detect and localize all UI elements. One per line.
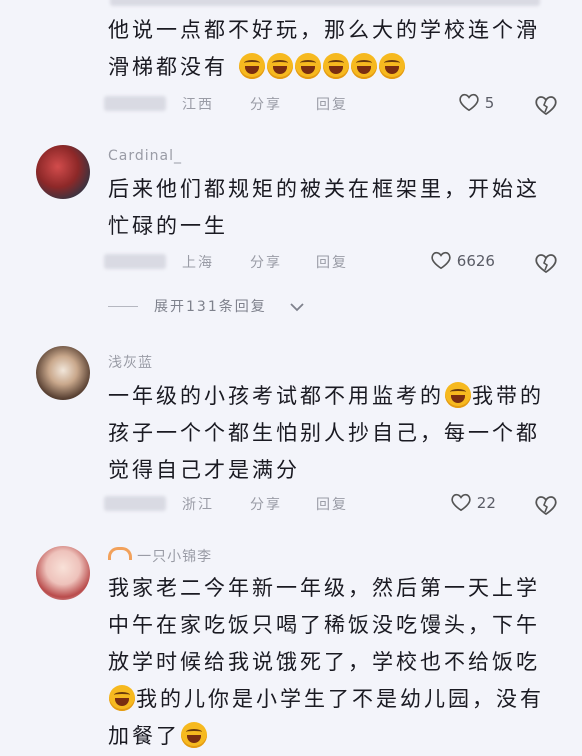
avatar[interactable] <box>36 546 90 600</box>
reply-button[interactable]: 回复 <box>316 252 348 272</box>
comment-line: 加餐了 <box>108 718 570 755</box>
comment-line: 后来他们都规矩的被关在框架里，开始这 <box>108 177 540 201</box>
location: 浙江 <box>182 497 214 513</box>
comment-1: 他说一点都不好玩，那么大的学校连个滑 滑梯都没有 江西 分享 回复 5 <box>0 0 582 120</box>
emoji-laugh-icon <box>238 53 265 79</box>
comment-line: 一年级的小孩考试都不用监考的 我带的 <box>108 382 544 408</box>
chevron-down-icon <box>290 303 304 312</box>
blurred-time <box>104 96 166 111</box>
emoji-laugh-icon <box>350 53 377 79</box>
comment-4: 一只小锦李 我家老二今年新一年级，然后第一天上学 中午在家吃饭只喝了稀饭没吃馒头… <box>0 536 582 756</box>
username[interactable]: 一只小锦李 <box>137 549 212 565</box>
reply-button[interactable]: 回复 <box>316 494 348 514</box>
heart-icon <box>459 93 479 112</box>
comment-text: 后来他们都规矩的被关在框架里，开始这 忙碌的一生 <box>108 171 568 245</box>
like-count: 6626 <box>456 252 495 270</box>
share-button[interactable]: 分享 <box>250 94 282 114</box>
emoji-laugh-icon <box>266 53 293 79</box>
blurred-time <box>104 254 166 269</box>
comment-text: 他说一点都不好玩，那么大的学校连个滑 滑梯都没有 <box>108 12 568 86</box>
expand-replies-label[interactable]: 展开131条回复 <box>154 296 267 316</box>
like-button[interactable]: 6626 <box>430 250 495 270</box>
like-button[interactable]: 22 <box>450 492 496 512</box>
comment-3: 浅灰蓝 一年级的小孩考试都不用监考的 我带的 孩子一个个都生怕别人抄自己，每一个都… <box>0 340 582 520</box>
cropped-line <box>110 0 540 6</box>
emoji-laugh-icon <box>322 53 349 79</box>
comment-2: Cardinal_ 后来他们都规矩的被关在框架里，开始这 忙碌的一生 上海 分享… <box>0 138 582 278</box>
comment-line: 放学时候给我说饿死了，学校也不给饭吃 <box>108 650 540 674</box>
share-button[interactable]: 分享 <box>250 252 282 272</box>
comment-line: 孩子一个个都生怕别人抄自己，每一个都 <box>108 421 540 445</box>
blurred-time <box>104 496 166 511</box>
rainbow-icon <box>108 547 132 560</box>
avatar[interactable] <box>36 346 90 400</box>
comment-line: 中午在家吃饭只喝了稀饭没吃馒头，下午 <box>108 613 540 637</box>
emoji-laugh-icon <box>294 53 321 79</box>
like-count: 22 <box>476 494 496 512</box>
divider <box>108 306 138 307</box>
reply-button[interactable]: 回复 <box>316 94 348 114</box>
comment-line: 我家老二今年新一年级，然后第一天上学 <box>108 576 540 600</box>
dislike-heart-icon[interactable] <box>534 94 558 116</box>
like-button[interactable]: 5 <box>458 92 494 112</box>
like-count: 5 <box>484 94 495 112</box>
dislike-heart-icon[interactable] <box>534 494 558 516</box>
emoji-cry-laugh-icon <box>181 722 207 748</box>
location: 上海 <box>182 255 214 271</box>
avatar[interactable] <box>36 145 90 199</box>
username-row[interactable]: 一只小锦李 <box>108 546 212 566</box>
heart-icon <box>451 493 471 512</box>
username[interactable]: Cardinal_ <box>108 148 182 164</box>
emoji-cry-laugh-icon <box>445 382 471 408</box>
emoji-laugh-icon <box>378 53 405 79</box>
comment-text: 我家老二今年新一年级，然后第一天上学 中午在家吃饭只喝了稀饭没吃馒头，下午 放学… <box>108 570 570 755</box>
comment-line: 滑梯都没有 <box>108 49 568 86</box>
emoji-cry-laugh-icon <box>109 685 135 711</box>
comment-text: 一年级的小孩考试都不用监考的 我带的 孩子一个个都生怕别人抄自己，每一个都 觉得自… <box>108 378 570 489</box>
share-button[interactable]: 分享 <box>250 494 282 514</box>
heart-icon <box>431 251 451 270</box>
dislike-heart-icon[interactable] <box>534 252 558 274</box>
comment-line: 他说一点都不好玩，那么大的学校连个滑 <box>108 18 540 42</box>
comment-line: 觉得自己才是满分 <box>108 458 300 482</box>
comment-line: 我的儿你是小学生了不是幼儿园，没有 <box>108 681 570 718</box>
comment-line: 忙碌的一生 <box>108 214 228 238</box>
location: 江西 <box>182 97 214 113</box>
username[interactable]: 浅灰蓝 <box>108 352 153 372</box>
